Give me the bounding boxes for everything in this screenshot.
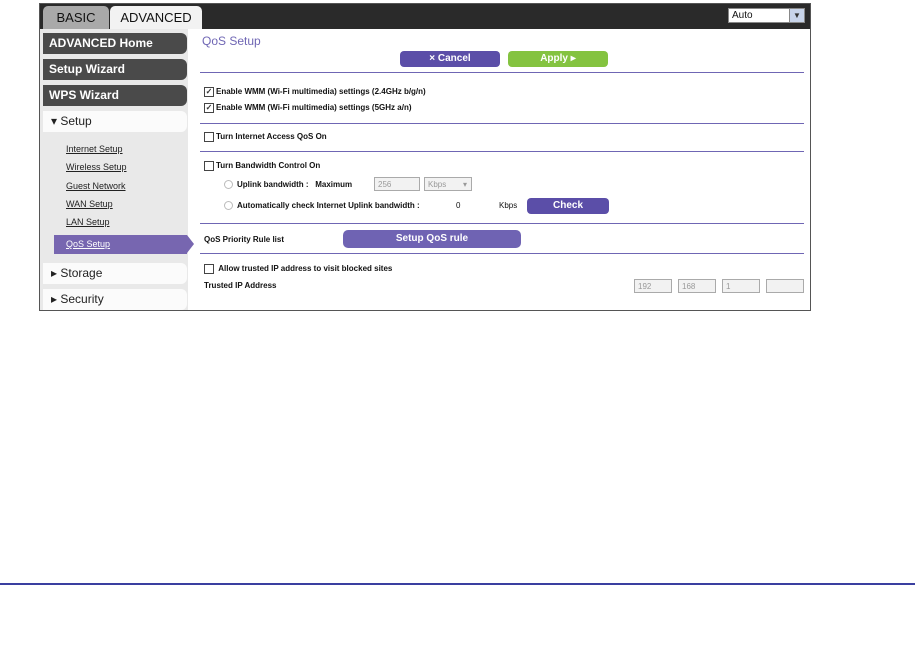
uplink-bandwidth-input[interactable]: 256 (374, 177, 420, 191)
trusted-ip-octet-2[interactable]: 168 (678, 279, 716, 293)
page-title: QoS Setup (202, 34, 261, 48)
divider (200, 151, 804, 152)
uplink-unit-value: Kbps (428, 180, 447, 189)
divider (200, 72, 804, 73)
page-divider (0, 583, 915, 585)
tab-advanced[interactable]: ADVANCED (110, 6, 202, 29)
bandwidth-control-row: Turn Bandwidth Control On (204, 161, 320, 171)
sidebar-link-wireless-setup[interactable]: Wireless Setup (66, 162, 127, 172)
priority-rule-label: QoS Priority Rule list (204, 235, 285, 244)
sidebar-setup-wizard[interactable]: Setup Wizard (43, 59, 187, 80)
sidebar-link-internet-setup[interactable]: Internet Setup (66, 144, 123, 154)
wmm-24ghz-checkbox[interactable]: ✓ (204, 87, 214, 97)
auto-check-label: Automatically check Internet Uplink band… (237, 201, 420, 210)
auto-check-radio[interactable] (224, 201, 233, 211)
sidebar-section-storage[interactable]: ▸ Storage (43, 263, 187, 284)
wmm-5ghz-label: Enable WMM (Wi-Fi multimedia) settings (… (216, 103, 412, 113)
check-button[interactable]: Check (527, 198, 609, 214)
bandwidth-control-checkbox[interactable] (204, 161, 214, 171)
wmm-24ghz-label: Enable WMM (Wi-Fi multimedia) settings (… (216, 87, 426, 97)
chevron-down-icon: ▾ (462, 180, 467, 189)
sidebar-link-guest-network[interactable]: Guest Network (66, 181, 126, 191)
auto-check-row: Automatically check Internet Uplink band… (224, 201, 420, 211)
main-content: QoS Setup × Cancel Apply ▸ ✓ Enable WMM (… (200, 29, 810, 310)
maximum-label: Maximum (315, 180, 353, 189)
wmm-24ghz-row: ✓ Enable WMM (Wi-Fi multimedia) settings … (204, 87, 426, 97)
bandwidth-control-label: Turn Bandwidth Control On (216, 161, 321, 171)
trusted-ip-octet-3[interactable]: 1 (722, 279, 760, 293)
auto-check-unit: Kbps (499, 201, 518, 210)
sidebar-advanced-home[interactable]: ADVANCED Home (43, 33, 187, 54)
tab-basic[interactable]: BASIC (43, 6, 109, 29)
sidebar-link-qos-setup[interactable]: QoS Setup (54, 235, 194, 254)
router-admin-screenshot: BASIC ADVANCED Auto ▼ ADVANCED Home Setu… (39, 3, 811, 311)
internet-qos-label: Turn Internet Access QoS On (216, 132, 327, 142)
trusted-ip-octet-4[interactable] (766, 279, 804, 293)
wmm-5ghz-row: ✓ Enable WMM (Wi-Fi multimedia) settings … (204, 103, 412, 113)
wmm-5ghz-checkbox[interactable]: ✓ (204, 103, 214, 113)
language-select[interactable]: Auto ▼ (728, 8, 805, 23)
divider (200, 123, 804, 124)
uplink-unit-select[interactable]: Kbps ▾ (424, 177, 472, 191)
top-bar: BASIC ADVANCED Auto ▼ (40, 4, 810, 29)
divider (200, 223, 804, 224)
internet-qos-row: Turn Internet Access QoS On (204, 132, 327, 142)
apply-button[interactable]: Apply ▸ (508, 51, 608, 67)
cancel-button[interactable]: × Cancel (400, 51, 500, 67)
internet-qos-checkbox[interactable] (204, 132, 214, 142)
auto-check-value: 0 (456, 201, 461, 210)
uplink-label: Uplink bandwidth : (237, 180, 309, 189)
trusted-ip-octet-1[interactable]: 192 (634, 279, 672, 293)
trusted-ip-label: Trusted IP Address (204, 281, 277, 290)
trusted-ip-row: Allow trusted IP address to visit blocke… (204, 264, 392, 274)
divider (200, 253, 804, 254)
chevron-down-icon[interactable]: ▼ (789, 9, 804, 22)
sidebar-link-lan-setup[interactable]: LAN Setup (66, 217, 110, 227)
sidebar-active-label: QoS Setup (66, 239, 111, 249)
sidebar-section-setup[interactable]: ▾ Setup (43, 111, 187, 132)
sidebar: ADVANCED Home Setup Wizard WPS Wizard ▾ … (40, 29, 194, 310)
sidebar-link-wan-setup[interactable]: WAN Setup (66, 199, 113, 209)
sidebar-section-security[interactable]: ▸ Security (43, 289, 187, 310)
uplink-row: Uplink bandwidth : Maximum (224, 180, 353, 190)
trusted-ip-checkbox-label: Allow trusted IP address to visit blocke… (218, 264, 393, 274)
trusted-ip-checkbox[interactable] (204, 264, 214, 274)
setup-qos-rule-button[interactable]: Setup QoS rule (343, 230, 521, 248)
uplink-radio[interactable] (224, 180, 233, 190)
language-value: Auto (732, 10, 753, 21)
sidebar-wps-wizard[interactable]: WPS Wizard (43, 85, 187, 106)
